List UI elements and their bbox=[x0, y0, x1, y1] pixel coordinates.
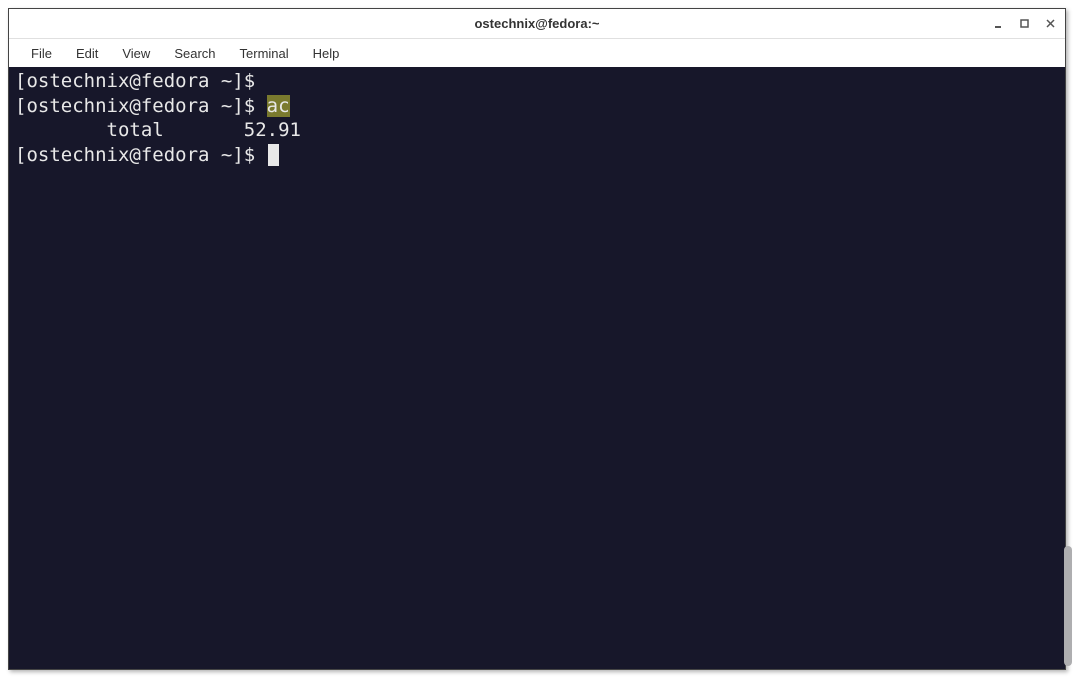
minimize-button[interactable] bbox=[993, 18, 1005, 30]
maximize-button[interactable] bbox=[1019, 18, 1031, 30]
prompt: [ostechnix@fedora ~]$ bbox=[15, 144, 267, 166]
menu-view[interactable]: View bbox=[112, 42, 160, 65]
close-button[interactable] bbox=[1045, 18, 1057, 30]
scrollbar[interactable] bbox=[1064, 66, 1074, 666]
terminal-window: ostechnix@fedora:~ File Edit View Search… bbox=[8, 8, 1066, 670]
window-title: ostechnix@fedora:~ bbox=[474, 16, 599, 31]
minimize-icon bbox=[994, 19, 1004, 29]
command-highlight: ac bbox=[267, 95, 290, 117]
menubar: File Edit View Search Terminal Help bbox=[9, 39, 1065, 67]
menu-help[interactable]: Help bbox=[303, 42, 350, 65]
terminal-area[interactable]: [ostechnix@fedora ~]$ [ostechnix@fedora … bbox=[9, 67, 1065, 669]
scrollbar-thumb[interactable] bbox=[1064, 546, 1072, 666]
terminal-line: [ostechnix@fedora ~]$ ac bbox=[15, 94, 1059, 119]
terminal-line: [ostechnix@fedora ~]$ bbox=[15, 143, 1059, 168]
menu-edit[interactable]: Edit bbox=[66, 42, 108, 65]
close-icon bbox=[1046, 19, 1056, 29]
terminal-line: [ostechnix@fedora ~]$ bbox=[15, 69, 1059, 94]
prompt: [ostechnix@fedora ~]$ bbox=[15, 95, 267, 117]
prompt: [ostechnix@fedora ~]$ bbox=[15, 70, 255, 92]
menu-search[interactable]: Search bbox=[164, 42, 225, 65]
titlebar[interactable]: ostechnix@fedora:~ bbox=[9, 9, 1065, 39]
window-controls bbox=[993, 9, 1057, 38]
terminal-output: total 52.91 bbox=[15, 118, 1059, 143]
menu-file[interactable]: File bbox=[21, 42, 62, 65]
maximize-icon bbox=[1020, 19, 1030, 29]
cursor bbox=[268, 144, 279, 166]
menu-terminal[interactable]: Terminal bbox=[230, 42, 299, 65]
